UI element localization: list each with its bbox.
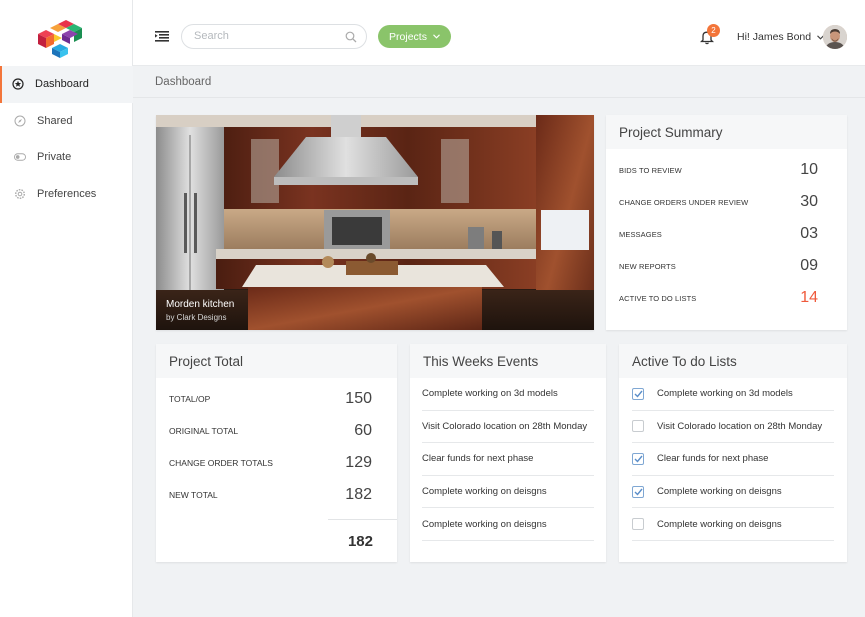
todo-checkbox[interactable] [632,420,644,433]
sidebar-nav: Dashboard Shared Private Preferences [0,66,133,212]
total-value: 150 [345,390,372,407]
project-total-list: TOTAL/OP 150 ORIGINAL TOTAL 60 CHANGE OR… [156,378,397,511]
photo-title: Morden kitchen [166,299,235,310]
event-item[interactable]: Visit Colorado location on 28th Monday [422,411,594,444]
sidebar-item-label: Dashboard [35,78,89,91]
avatar[interactable] [823,25,847,49]
total-row: CHANGE ORDER TOTALS 129 [156,447,397,479]
total-label: ORIGINAL TOTAL [169,426,239,436]
summary-label: CHANGE ORDERS UNDER REVIEW [619,197,749,207]
logo-icon[interactable] [36,18,92,58]
card-title: This Weeks Events [410,344,606,378]
search-icon[interactable] [345,31,357,43]
compass-icon [14,115,26,127]
event-item[interactable]: Complete working on deisgns [422,508,594,541]
project-total-card: Project Total TOTAL/OP 150 ORIGINAL TOTA… [156,344,397,562]
event-item[interactable]: Complete working on 3d models [422,378,594,411]
summary-value: 30 [800,193,818,210]
featured-project-photo[interactable]: Morden kitchen by Clark Designs [156,115,594,330]
sidebar-item-shared[interactable]: Shared [0,103,133,140]
checkmark-icon [634,390,643,398]
weekly-events-card: This Weeks Events Complete working on 3d… [410,344,606,562]
search-input[interactable] [194,30,339,42]
projects-button-label: Projects [389,30,427,43]
checkmark-icon [634,455,643,463]
todo-list: Complete working on 3d models Visit Colo… [619,378,847,541]
total-label: CHANGE ORDER TOTALS [169,458,273,468]
todo-item: Clear funds for next phase [632,443,834,476]
todo-item: Complete working on deisgns [632,508,834,541]
todo-checkbox-checked[interactable] [632,485,644,498]
events-list: Complete working on 3d models Visit Colo… [410,378,606,541]
toggle-icon [14,151,26,163]
checkmark-icon [634,488,643,496]
todo-item: Complete working on deisgns [632,476,834,509]
sidebar-item-dashboard[interactable]: Dashboard [0,66,133,103]
todo-label: Complete working on 3d models [657,388,793,400]
event-item[interactable]: Complete working on deisgns [422,476,594,509]
kitchen-photo [156,115,594,330]
summary-label: NEW REPORTS [619,261,676,271]
gear-icon [14,188,26,200]
event-item[interactable]: Clear funds for next phase [422,443,594,476]
breadcrumb-current: Dashboard [155,76,212,88]
summary-value-highlight: 14 [800,289,818,306]
summary-label: BIDS TO REVIEW [619,165,682,175]
total-label: TOTAL/OP [169,394,211,404]
notification-badge: 2 [707,24,720,37]
summary-row[interactable]: NEW REPORTS 09 [606,250,847,282]
project-summary-card: Project Summary BIDS TO REVIEW 10 CHANGE… [606,115,847,330]
breadcrumb: Dashboard [133,67,865,98]
card-title: Active To do Lists [619,344,847,378]
todo-checkbox-checked[interactable] [632,387,644,400]
menu-toggle-icon[interactable] [155,30,169,42]
summary-row[interactable]: MESSAGES 03 [606,218,847,250]
todo-list-card: Active To do Lists Complete working on 3… [619,344,847,562]
sidebar-item-preferences[interactable]: Preferences [0,176,133,213]
summary-row[interactable]: CHANGE ORDERS UNDER REVIEW 30 [606,186,847,218]
todo-checkbox-checked[interactable] [632,452,644,465]
search-box [181,24,367,49]
photo-credit: by Clark Designs [166,313,227,322]
total-row: NEW TOTAL 182 [156,479,397,511]
sidebar-item-label: Private [37,151,72,164]
chevron-down-icon [433,34,440,39]
summary-value: 09 [800,257,818,274]
summary-label: ACTIVE TO DO LISTS [619,293,697,303]
user-greeting: Hi! James Bond [737,31,812,43]
star-circle-icon [12,78,24,90]
todo-checkbox[interactable] [632,518,644,531]
projects-dropdown-button[interactable]: Projects [378,25,451,48]
todo-item: Complete working on 3d models [632,378,834,411]
summary-label: MESSAGES [619,229,662,239]
sidebar-item-label: Preferences [37,187,97,200]
todo-label: Clear funds for next phase [657,453,769,465]
todo-label: Visit Colorado location on 28th Monday [657,420,823,432]
todo-label: Complete working on deisgns [657,518,782,530]
total-value: 182 [345,486,372,503]
summary-row[interactable]: ACTIVE TO DO LISTS 14 [606,282,847,314]
photo-caption: Morden kitchen by Clark Designs [166,299,234,322]
todo-item: Visit Colorado location on 28th Monday [632,411,834,444]
total-row: ORIGINAL TOTAL 60 [156,415,397,447]
user-menu[interactable]: Hi! James Bond [737,31,825,43]
sidebar: Dashboard Shared Private Preferences [0,0,133,617]
total-row: TOTAL/OP 150 [156,383,397,415]
card-title: Project Total [156,344,397,378]
card-title: Project Summary [606,115,847,149]
summary-row[interactable]: BIDS TO REVIEW 10 [606,154,847,186]
divider [328,519,397,520]
sidebar-item-label: Shared [37,114,73,127]
total-value: 60 [354,422,372,439]
top-header: Projects 2 Hi! James Bond [133,0,865,66]
summary-value: 10 [800,161,818,178]
total-label: NEW TOTAL [169,490,218,500]
todo-label: Complete working on deisgns [657,486,782,498]
sidebar-item-private[interactable]: Private [0,139,133,176]
summary-value: 03 [800,225,818,242]
total-value: 129 [345,454,372,471]
grand-total: 182 [347,533,373,550]
summary-list: BIDS TO REVIEW 10 CHANGE ORDERS UNDER RE… [606,149,847,314]
